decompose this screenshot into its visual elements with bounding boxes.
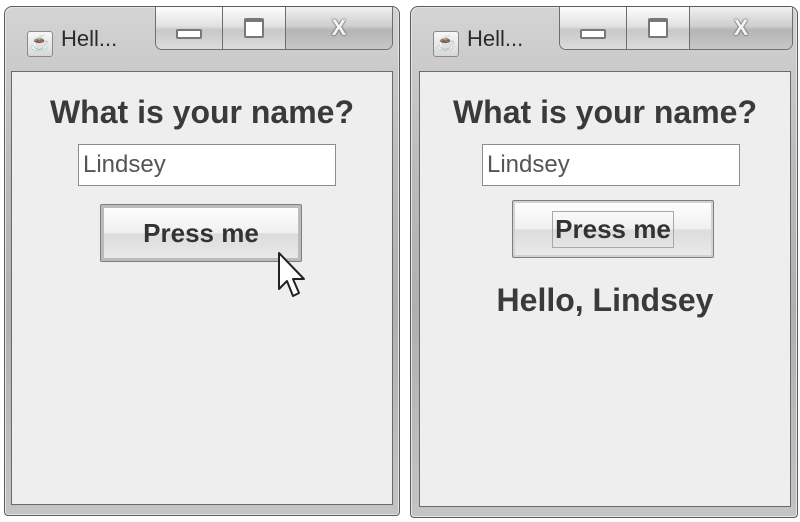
- java-app-icon[interactable]: ☕: [27, 31, 53, 57]
- caption-buttons: X: [559, 7, 793, 50]
- minimize-icon: [580, 29, 606, 39]
- close-button[interactable]: X: [690, 7, 792, 49]
- greeting-label: Hello, Lindsey: [496, 282, 714, 318]
- title-bar[interactable]: ☕ Hell... X: [5, 7, 399, 67]
- window-title: Hell...: [61, 26, 118, 51]
- mouse-pointer-icon: [278, 252, 305, 297]
- close-button[interactable]: X: [286, 7, 392, 49]
- maximize-button[interactable]: [627, 7, 690, 49]
- title-bar[interactable]: ☕ Hell... X: [411, 7, 797, 67]
- close-icon: X: [331, 15, 347, 40]
- press-me-label: Press me: [143, 217, 259, 248]
- press-me-button[interactable]: Press me: [512, 200, 714, 258]
- maximize-icon: [648, 18, 668, 38]
- content-pane: What is your name? Press me: [11, 71, 393, 505]
- content-pane: What is your name? Press me Hello, Linds…: [419, 71, 791, 507]
- press-me-label: Press me: [552, 210, 674, 248]
- close-icon: X: [733, 15, 749, 40]
- window-title: Hell...: [467, 26, 524, 51]
- name-input[interactable]: [78, 144, 336, 186]
- java-app-icon[interactable]: ☕: [433, 31, 459, 57]
- name-input[interactable]: [482, 144, 740, 186]
- maximize-icon: [244, 18, 264, 38]
- minimize-icon: [176, 29, 202, 39]
- hello-window-after: ☕ Hell... X What is your name? Press me …: [410, 6, 798, 518]
- minimize-button[interactable]: [560, 7, 627, 49]
- maximize-button[interactable]: [223, 7, 286, 49]
- minimize-button[interactable]: [156, 7, 223, 49]
- name-prompt-label: What is your name?: [49, 94, 355, 130]
- hello-window-before: ☕ Hell... X What is your name? Press me: [4, 6, 400, 516]
- caption-buttons: X: [155, 7, 393, 50]
- press-me-button[interactable]: Press me: [100, 204, 302, 262]
- name-prompt-label: What is your name?: [452, 94, 758, 130]
